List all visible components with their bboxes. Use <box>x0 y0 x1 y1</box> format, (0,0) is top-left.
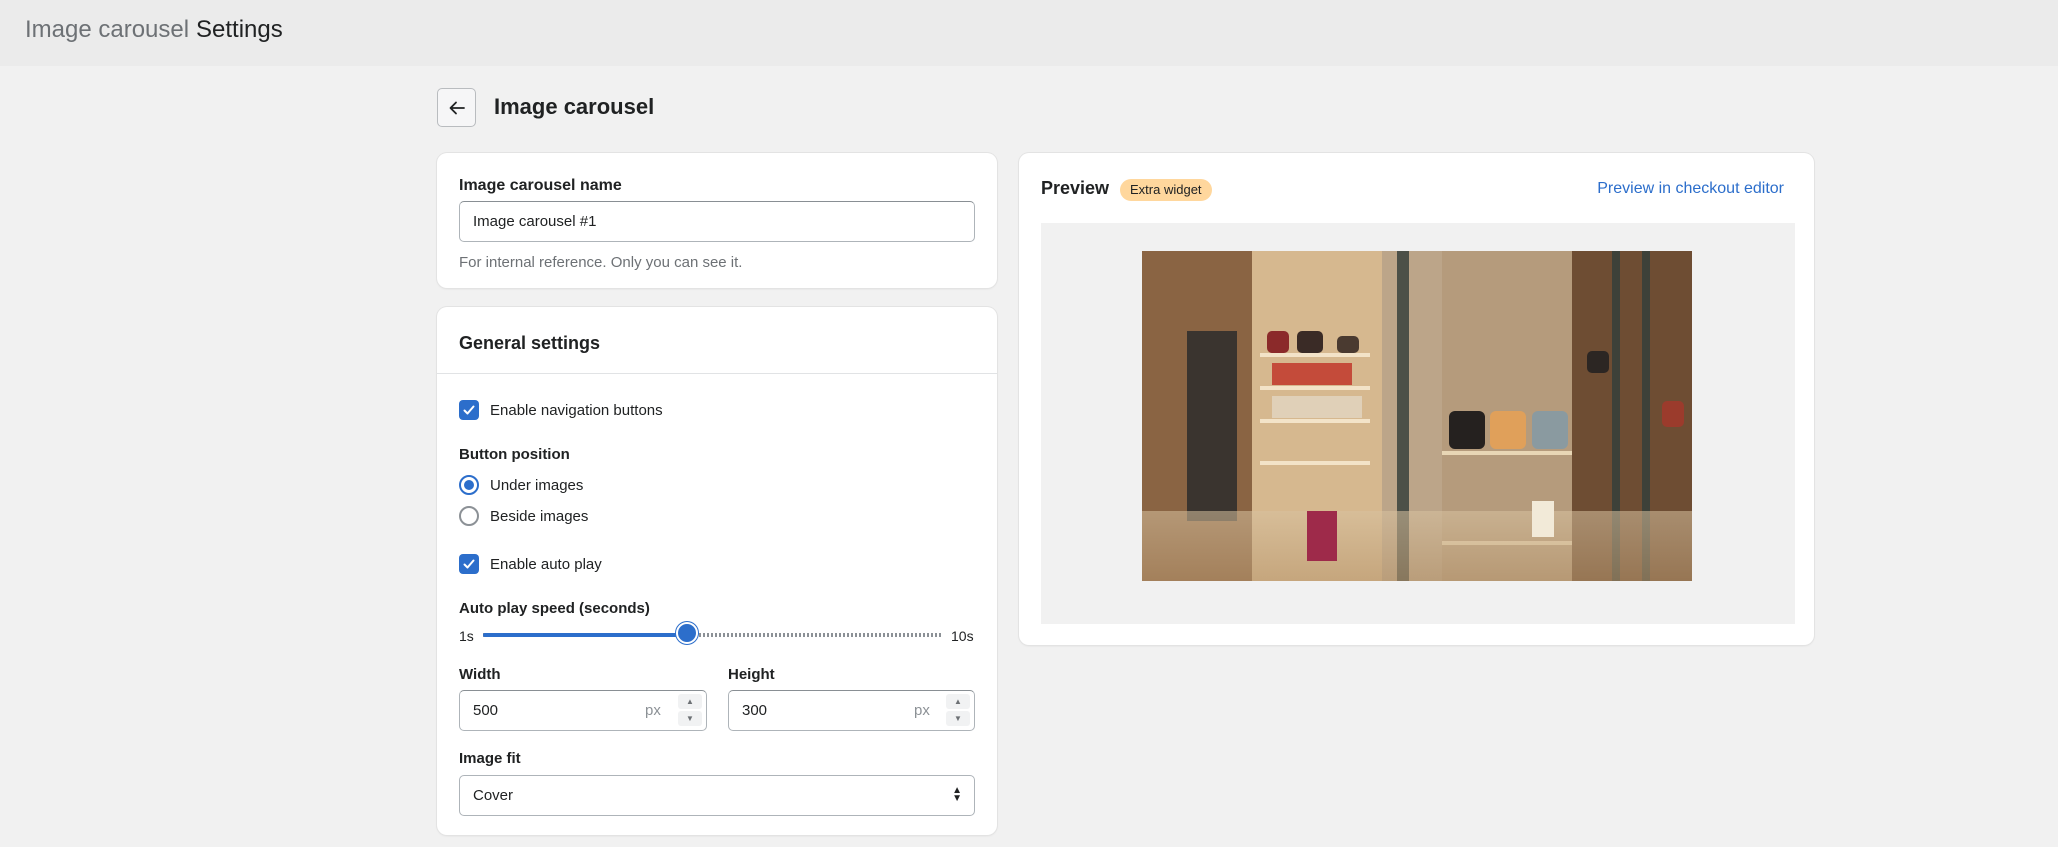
button-position-label: Button position <box>459 446 570 463</box>
top-bar: Image carousel Settings <box>0 0 2058 66</box>
preview-title: Preview <box>1041 178 1110 198</box>
width-value: 500 <box>473 702 499 719</box>
radio-beside-images-label[interactable]: Beside images <box>490 508 588 525</box>
speed-slider-track[interactable] <box>483 633 943 637</box>
radio-under-images-label[interactable]: Under images <box>490 477 583 494</box>
breadcrumb-app[interactable]: Image carousel <box>25 16 189 44</box>
speed-max-label: 10s <box>951 628 974 644</box>
select-caret-icon: ▲ ▼ <box>952 785 962 804</box>
width-stepper[interactable]: ▲ ▼ <box>678 694 702 727</box>
width-label: Width <box>459 666 501 683</box>
handbag-store-photo <box>1142 251 1692 581</box>
image-fit-label: Image fit <box>459 750 521 767</box>
width-decrement-button[interactable]: ▼ <box>678 711 702 726</box>
arrow-left-icon <box>449 101 465 114</box>
page-title: Image carousel <box>494 94 655 119</box>
speed-slider-fill <box>483 633 688 637</box>
checkmark-icon <box>463 405 475 415</box>
preview-area <box>1041 223 1795 624</box>
image-fit-select[interactable]: Cover ▲ ▼ <box>459 775 975 816</box>
checkmark-icon <box>463 559 475 569</box>
height-increment-button[interactable]: ▲ <box>946 694 970 709</box>
speed-slider-thumb[interactable] <box>678 624 697 642</box>
breadcrumb-page: Settings <box>196 16 283 43</box>
radio-beside-images[interactable] <box>459 506 479 526</box>
height-value: 300 <box>742 702 768 719</box>
speed-label: Auto play speed (seconds) <box>459 600 650 617</box>
carousel-name-label: Image carousel name <box>459 177 622 194</box>
status-badge: Extra widget <box>1120 179 1212 201</box>
width-input[interactable]: 500 px ▲ ▼ <box>459 690 707 731</box>
section-divider <box>437 373 997 374</box>
back-button[interactable] <box>437 88 476 127</box>
carousel-name-card: Image carousel name Image carousel #1 Fo… <box>437 153 997 288</box>
radio-under-images[interactable] <box>459 475 479 495</box>
preview-in-editor-link[interactable]: Preview in checkout editor <box>1597 180 1784 198</box>
height-decrement-button[interactable]: ▼ <box>946 711 970 726</box>
height-label: Height <box>728 666 775 683</box>
carousel-name-input[interactable]: Image carousel #1 <box>459 201 975 242</box>
width-increment-button[interactable]: ▲ <box>678 694 702 709</box>
height-input[interactable]: 300 px ▲ ▼ <box>728 690 975 731</box>
nav-buttons-checkbox[interactable] <box>459 400 479 420</box>
carousel-name-value: Image carousel #1 <box>473 213 597 230</box>
height-stepper[interactable]: ▲ ▼ <box>946 694 970 727</box>
general-settings-card: General settings Enable navigation butto… <box>437 307 997 835</box>
carousel-name-help: For internal reference. Only you can see… <box>459 254 743 271</box>
image-fit-value: Cover <box>473 787 514 804</box>
nav-buttons-label[interactable]: Enable navigation buttons <box>490 402 663 419</box>
auto-play-checkbox[interactable] <box>459 554 479 574</box>
auto-play-label[interactable]: Enable auto play <box>490 556 602 573</box>
height-unit: px <box>914 702 930 719</box>
carousel-image <box>1142 251 1692 581</box>
preview-card: Preview Extra widget Preview in checkout… <box>1019 153 1814 645</box>
width-unit: px <box>645 702 661 719</box>
general-settings-title: General settings <box>459 333 601 353</box>
speed-min-label: 1s <box>459 628 474 644</box>
